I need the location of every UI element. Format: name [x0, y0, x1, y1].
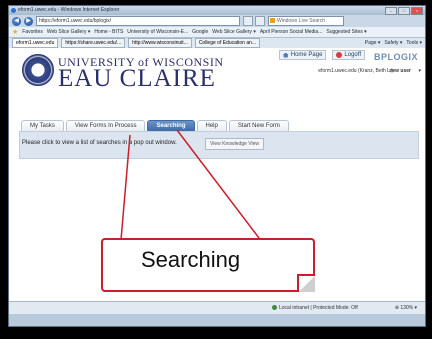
tab-searching[interactable]: Searching — [147, 120, 195, 131]
address-text: https://eform1.uwec.edu/bplogix/ — [39, 18, 111, 24]
title-bar: eform1.uwec.edu - Windows Internet Explo… — [9, 6, 425, 15]
security-zone: Local intranet | Protected Mode: Off — [272, 305, 358, 311]
browser-tab[interactable]: http://www.wisconsinuit... — [128, 38, 192, 48]
tools-menu[interactable]: Tools ▾ — [406, 40, 422, 46]
browser-tab[interactable]: eform1.uwec.edu — [12, 38, 59, 48]
window-title: eform1.uwec.edu - Windows Internet Explo… — [18, 7, 120, 13]
home-page-label: Home Page — [290, 52, 323, 58]
address-actions — [243, 16, 265, 26]
refresh-icon[interactable] — [243, 16, 253, 26]
safety-menu[interactable]: Safety ▾ — [384, 40, 402, 46]
close-button[interactable]: × — [411, 7, 423, 15]
window-controls: – □ × — [385, 7, 423, 15]
searching-panel: Please click to view a list of searches … — [19, 131, 419, 159]
favorites-label[interactable]: Favorites — [22, 29, 43, 35]
favorites-bar: ★ Favorites Web Slice Gallery ▾ Home - B… — [9, 27, 425, 38]
intranet-globe-icon — [272, 305, 277, 311]
zoom-level[interactable]: ⊕ 130% ▾ — [395, 305, 417, 311]
callout-fold-corner — [297, 274, 315, 292]
maximize-button[interactable]: □ — [398, 7, 410, 15]
home-icon — [282, 52, 289, 58]
panel-message: Please click to view a list of searches … — [22, 140, 177, 146]
browser-tab[interactable]: College of Education an... — [194, 38, 261, 48]
minimize-button[interactable]: – — [385, 7, 397, 15]
address-bar[interactable]: https://eform1.uwec.edu/bplogix/ — [36, 16, 240, 26]
tab-view-forms-in-process[interactable]: View Forms In Process — [65, 120, 146, 131]
home-page-link[interactable]: Home Page — [278, 50, 327, 60]
forward-icon[interactable]: ▶ — [24, 16, 33, 26]
new-user-link[interactable]: new user — [389, 68, 411, 74]
university-seal-icon — [22, 54, 54, 86]
current-user: eform1.uwec.edu (Kranz, Beth L.) — [318, 68, 393, 74]
view-knowledge-view-button[interactable]: View Knowledge View — [205, 138, 265, 150]
favorite-link[interactable]: Web Slice Gallery ▾ — [212, 29, 256, 35]
page-content: UNIVERSITY of WISCONSIN EAU CLAIRE Home … — [9, 48, 425, 314]
browser-window: eform1.uwec.edu - Windows Internet Explo… — [8, 5, 426, 327]
stop-icon[interactable] — [255, 16, 265, 26]
searching-callout: Searching — [101, 238, 315, 292]
ie-logo-icon — [11, 8, 16, 13]
favorite-link[interactable]: April Pierson Social Media... — [260, 29, 323, 35]
tab-start-new-form[interactable]: Start New Form — [228, 120, 289, 131]
tab-my-tasks[interactable]: My Tasks — [21, 120, 64, 131]
app-tabs: My Tasks View Forms In Process Searching… — [21, 120, 289, 131]
chevron-down-icon[interactable]: ▾ — [418, 68, 421, 74]
status-bar: Local intranet | Protected Mode: Off ⊕ 1… — [9, 301, 425, 314]
logoff-label: Logoff — [344, 52, 361, 58]
back-icon[interactable]: ◀ — [12, 16, 21, 26]
search-input[interactable]: Windows Live Search — [268, 16, 344, 26]
logoff-icon — [336, 52, 343, 58]
favorites-star-icon[interactable]: ★ — [12, 28, 18, 36]
favorite-link[interactable]: Suggested Sites ▾ — [326, 29, 366, 35]
favorite-link[interactable]: Google — [192, 29, 208, 35]
vendor-logo: BPLOGIX — [373, 52, 418, 62]
search-placeholder: Windows Live Search — [277, 18, 326, 24]
tab-help[interactable]: Help — [196, 120, 227, 131]
favorite-link[interactable]: Home - BITS — [94, 29, 123, 35]
favorite-link[interactable]: Web Slice Gallery ▾ — [47, 29, 91, 35]
logoff-link[interactable]: Logoff — [332, 50, 365, 60]
university-logo: UNIVERSITY of WISCONSIN EAU CLAIRE — [22, 52, 223, 92]
page-menu[interactable]: Page ▾ — [365, 40, 381, 46]
live-search-icon — [270, 18, 275, 23]
navigation-bar: ◀ ▶ https://eform1.uwec.edu/bplogix/ Win… — [9, 15, 425, 27]
zone-text: Local intranet | Protected Mode: Off — [279, 305, 358, 311]
callout-label: Searching — [141, 247, 241, 272]
campus-name: EAU CLAIRE — [58, 65, 216, 92]
command-bar: Page ▾ Safety ▾ Tools ▾ — [365, 40, 422, 46]
browser-tab[interactable]: https://share.uwec.edu/... — [61, 38, 126, 48]
favorite-link[interactable]: University of Wisconsin-E... — [127, 29, 188, 35]
app-links: Home Page Logoff — [278, 50, 365, 60]
